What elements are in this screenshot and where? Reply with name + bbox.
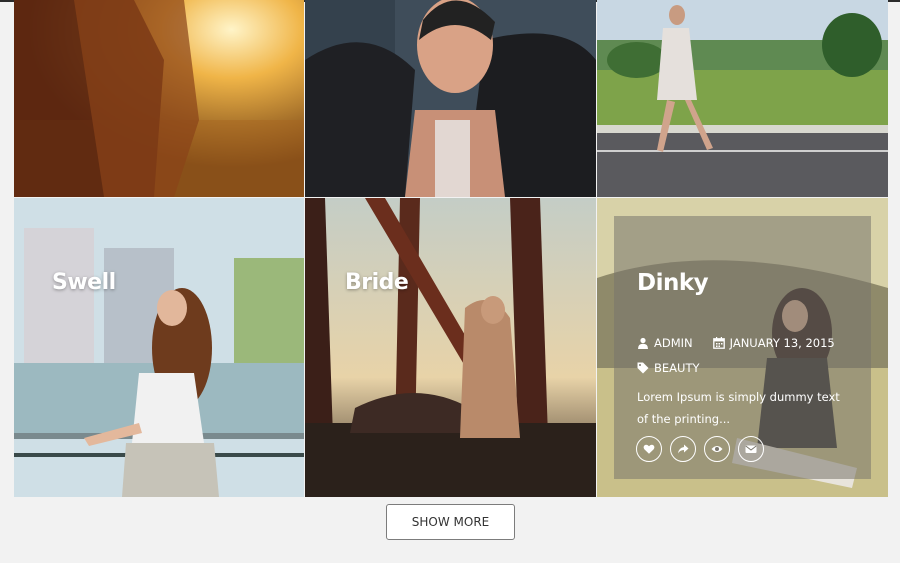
item-title-bride[interactable]: Bride — [345, 270, 409, 295]
category-link[interactable]: BEAUTY — [654, 361, 700, 375]
gallery-item-dinky[interactable]: Dinky ADMIN JANUARY 13, 2015 BEAUTY Lore… — [597, 198, 888, 497]
envelope-icon — [745, 445, 757, 453]
item-title-dinky[interactable]: Dinky — [637, 270, 709, 296]
portfolio-grid: Swell Bride Dinky ADMIN JANUARY 13, 2015… — [14, 0, 888, 497]
item-meta: ADMIN JANUARY 13, 2015 — [637, 336, 835, 350]
gallery-item-swell[interactable]: Swell — [14, 198, 304, 497]
gallery-item-bride[interactable]: Bride — [305, 198, 596, 497]
gallery-item-1[interactable] — [14, 0, 304, 197]
tag-icon — [637, 362, 649, 374]
lake-portrait-photo — [14, 198, 304, 497]
road-walk-image — [597, 0, 888, 197]
item-title-swell[interactable]: Swell — [52, 270, 116, 295]
user-icon — [638, 337, 648, 349]
eye-icon — [711, 446, 723, 452]
like-button[interactable] — [636, 436, 662, 462]
share-button[interactable] — [670, 436, 696, 462]
author-link[interactable]: ADMIN — [654, 336, 693, 350]
email-button[interactable] — [738, 436, 764, 462]
fur-coat-photo — [305, 0, 596, 197]
share-icon — [678, 444, 689, 454]
calendar-icon — [712, 337, 725, 349]
bridge-sunset-photo — [305, 198, 596, 497]
post-date: JANUARY 13, 2015 — [729, 336, 835, 350]
gallery-item-3[interactable] — [597, 0, 888, 197]
show-more-button[interactable]: SHOW MORE — [386, 504, 515, 540]
item-actions — [636, 436, 764, 462]
item-excerpt: Lorem Ipsum is simply dummy text of the … — [637, 390, 840, 426]
item-category: BEAUTY — [637, 361, 700, 375]
item-hover-overlay: Dinky ADMIN JANUARY 13, 2015 BEAUTY Lore… — [614, 216, 871, 479]
gallery-item-2[interactable] — [305, 0, 596, 197]
view-button[interactable] — [704, 436, 730, 462]
warm-field-photo — [14, 0, 304, 197]
heart-icon — [643, 444, 655, 454]
